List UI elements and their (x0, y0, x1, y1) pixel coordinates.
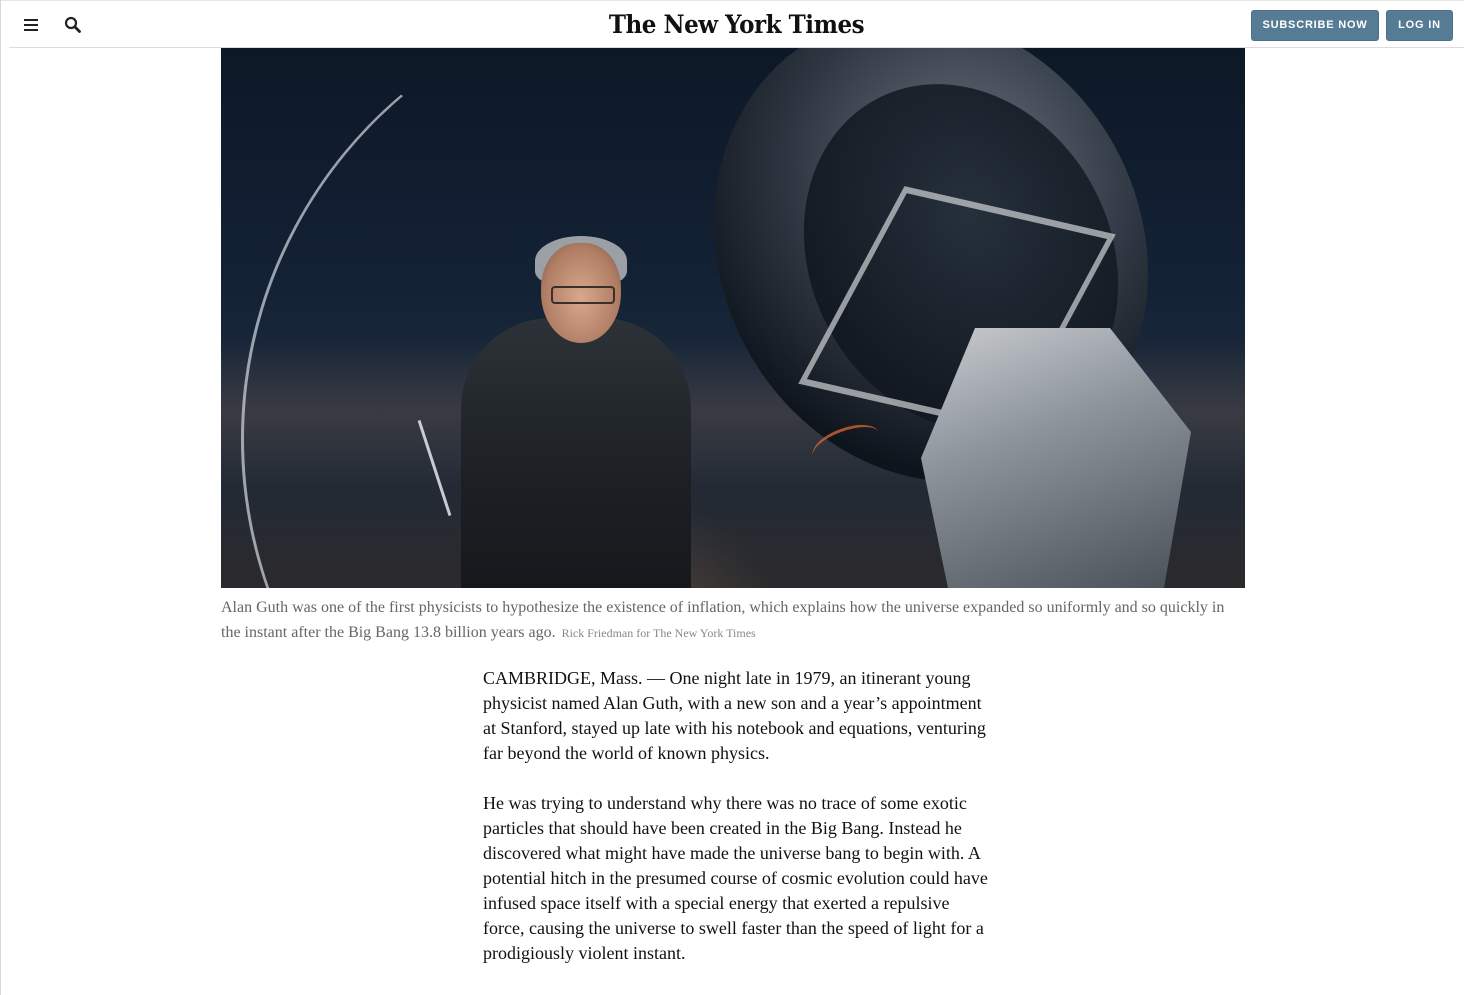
article-lead-photo (221, 48, 1245, 588)
masthead: The New York Times SUBSCRIBE NOW LOG IN (9, 2, 1464, 48)
window-left-border (0, 0, 1, 995)
article-paragraph: CAMBRIDGE, Mass. — One night late in 197… (483, 668, 986, 763)
article-body: CAMBRIDGE, Mass. — One night late in 197… (483, 666, 988, 991)
window-top-border (0, 0, 1464, 1)
article-paragraph: He was trying to understand why there wa… (483, 793, 988, 963)
log-in-button[interactable]: LOG IN (1386, 10, 1453, 41)
subscribe-now-button[interactable]: SUBSCRIBE NOW (1251, 10, 1379, 41)
hamburger-menu-icon[interactable] (20, 14, 42, 36)
photo-caption: Alan Guth was one of the first physicist… (221, 595, 1245, 646)
photo-credit: Rick Friedman for The New York Times (561, 626, 756, 640)
nyt-logo[interactable]: The New York Times (67, 8, 1406, 42)
